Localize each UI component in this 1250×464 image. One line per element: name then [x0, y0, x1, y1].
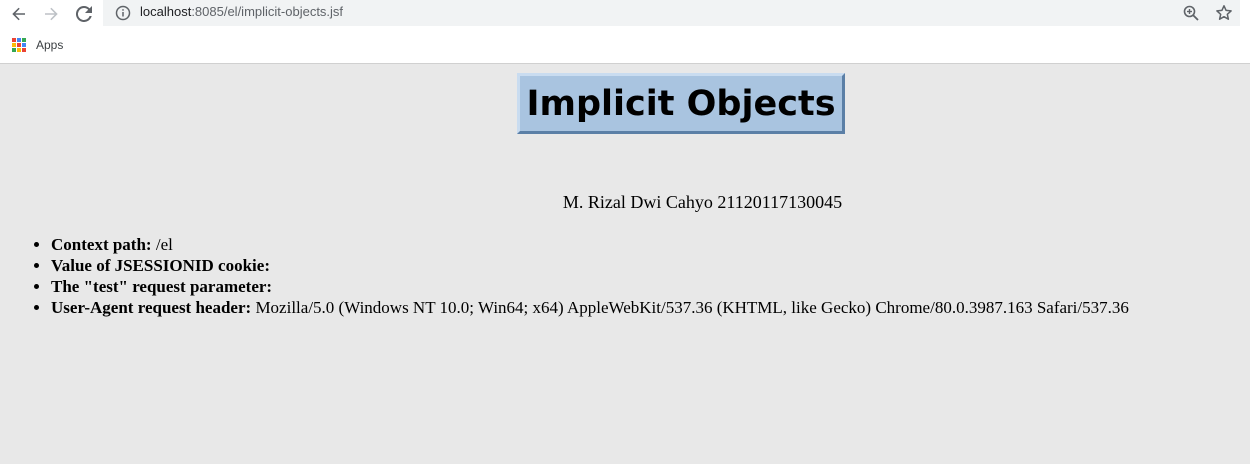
item-label: Value of JSESSIONID cookie:	[51, 256, 270, 275]
star-icon[interactable]	[1215, 4, 1233, 22]
item-label: The "test" request parameter:	[51, 277, 273, 296]
zoom-icon[interactable]	[1182, 4, 1200, 22]
info-icon[interactable]	[115, 5, 131, 21]
reload-button[interactable]	[70, 0, 98, 27]
forward-button[interactable]	[37, 0, 65, 27]
item-label: Context path:	[51, 235, 152, 254]
url-host: localhost	[140, 4, 192, 19]
reload-icon	[76, 5, 92, 22]
address-bar[interactable]: localhost:8085/el/implicit-objects.jsf	[103, 0, 1240, 26]
arrow-left-icon	[12, 7, 25, 20]
page-title-box: Implicit Objects	[517, 73, 845, 134]
list-item-test-param: The "test" request parameter:	[51, 276, 1129, 297]
apps-shortcut[interactable]: Apps	[12, 38, 63, 52]
bookmarks-bar: Apps	[0, 27, 1250, 64]
list-item-context-path: Context path: /el	[51, 234, 1129, 255]
browser-toolbar: localhost:8085/el/implicit-objects.jsf	[0, 0, 1250, 27]
item-label: User-Agent request header:	[51, 298, 252, 317]
item-value: /el	[155, 235, 173, 254]
arrow-right-icon	[45, 7, 58, 20]
back-button[interactable]	[5, 0, 33, 27]
author-line: M. Rizal Dwi Cahyo 21120117130045	[562, 192, 843, 212]
page-title: Implicit Objects	[526, 83, 836, 124]
list-item-user-agent: User-Agent request header: Mozilla/5.0 (…	[51, 297, 1129, 318]
page-content: Implicit Objects M. Rizal Dwi Cahyo 2112…	[0, 64, 1250, 464]
url-text[interactable]: localhost:8085/el/implicit-objects.jsf	[140, 4, 343, 19]
url-path: :8085/el/implicit-objects.jsf	[191, 4, 344, 19]
implicit-objects-list: Context path: /el Value of JSESSIONID co…	[33, 234, 1129, 318]
list-item-jsessionid: Value of JSESSIONID cookie:	[51, 255, 1129, 276]
apps-label: Apps	[36, 38, 64, 52]
item-value: Mozilla/5.0 (Windows NT 10.0; Win64; x64…	[255, 298, 1129, 317]
apps-grid-icon	[12, 38, 26, 52]
